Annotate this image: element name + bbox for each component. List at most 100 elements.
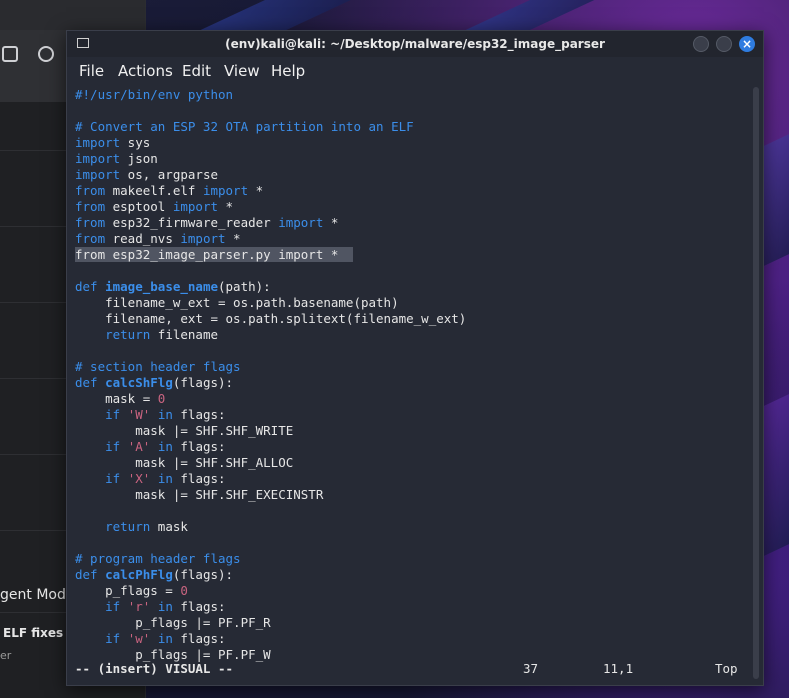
code-line[interactable]: if 'w' in flags: <box>75 631 226 647</box>
code-token: return <box>105 519 151 534</box>
code-line[interactable]: def image_base_name(path): <box>75 279 271 295</box>
code-token: in <box>157 631 173 646</box>
pocket-icon[interactable] <box>2 46 18 62</box>
code-line[interactable]: return filename <box>75 327 218 343</box>
code-line[interactable]: filename, ext = os.path.splitext(filenam… <box>75 311 466 327</box>
scrollbar[interactable] <box>753 87 759 679</box>
selection-count: 37 <box>523 661 539 676</box>
code-token: in <box>157 471 173 486</box>
code-line[interactable]: #!/usr/bin/env python <box>75 87 233 103</box>
code-line[interactable]: from esptool import * <box>75 199 233 215</box>
code-token: from <box>75 183 106 198</box>
code-token: calcShFlg <box>105 375 173 390</box>
menu-help[interactable]: Help <box>271 62 305 80</box>
code-token: mask = <box>75 391 158 406</box>
code-token: if <box>105 439 121 454</box>
code-token: 'A' <box>127 439 151 454</box>
code-line[interactable]: # program header flags <box>75 551 241 567</box>
code-line[interactable]: import sys <box>75 135 150 151</box>
code-token: flags: <box>172 439 226 454</box>
code-token: calcPhFlg <box>105 567 173 582</box>
maximize-button[interactable] <box>716 36 732 52</box>
code-line[interactable]: mask |= SHF.SHF_ALLOC <box>75 455 293 471</box>
code-token: mask <box>150 519 188 534</box>
code-token: from <box>75 199 106 214</box>
code-token: #!/usr/bin/env python <box>75 87 234 102</box>
code-line[interactable]: p_flags = 0 <box>75 583 188 599</box>
code-token: if <box>105 599 121 614</box>
code-line[interactable]: if 'A' in flags: <box>75 439 226 455</box>
code-token: def <box>75 279 98 294</box>
title-bar[interactable]: (env)kali@kali: ~/Desktop/malware/esp32_… <box>67 31 763 57</box>
code-line[interactable]: from esp32_firmware_reader import * <box>75 215 338 231</box>
code-token: # program header flags <box>75 551 241 566</box>
code-token: flags: <box>172 599 226 614</box>
menu-file[interactable]: File <box>79 62 104 80</box>
code-token: import <box>180 231 226 246</box>
code-line[interactable]: if 'W' in flags: <box>75 407 225 423</box>
terminal-window[interactable]: (env)kali@kali: ~/Desktop/malware/esp32_… <box>66 30 764 686</box>
code-token: 0 <box>157 391 166 406</box>
code-token: mask |= SHF.SHF_EXECINSTR <box>75 487 324 502</box>
code-line[interactable]: def calcShFlg(flags): <box>75 375 233 391</box>
code-token: def <box>75 375 98 390</box>
code-line[interactable]: return mask <box>75 519 188 535</box>
menu-view[interactable]: View <box>224 62 260 80</box>
code-line[interactable]: mask = 0 <box>75 391 165 407</box>
code-line[interactable]: mask |= SHF.SHF_EXECINSTR <box>75 487 323 503</box>
code-line[interactable]: # section header flags <box>75 359 241 375</box>
code-token: import <box>75 151 121 166</box>
code-token: def <box>75 567 98 582</box>
code-token: p_flags |= PF.PF_W <box>75 647 271 662</box>
code-line[interactable]: from makeelf.elf import * <box>75 183 263 199</box>
code-line[interactable]: from read_nvs import * <box>75 231 241 247</box>
menu-actions[interactable]: Actions <box>118 62 173 80</box>
code-line[interactable]: from esp32_image_parser.py import * <box>75 247 354 263</box>
code-token: import <box>75 135 121 150</box>
code-token: * <box>323 215 339 230</box>
code-line[interactable]: import json <box>75 151 158 167</box>
code-token: 'X' <box>127 471 151 486</box>
code-line[interactable]: mask |= SHF.SHF_WRITE <box>75 423 293 439</box>
code-line[interactable]: import os, argparse <box>75 167 218 183</box>
code-token: from <box>75 215 106 230</box>
code-token: from esp32_image_parser.py import * <box>75 247 354 262</box>
code-token: json <box>120 151 158 166</box>
code-token: os, argparse <box>120 167 218 182</box>
code-token: in <box>157 407 173 422</box>
code-token: flags: <box>172 631 226 646</box>
wallpaper-shard <box>764 394 789 556</box>
code-token: esp32_firmware_reader <box>105 215 279 230</box>
code-line[interactable]: p_flags |= PF.PF_R <box>75 615 271 631</box>
code-line[interactable]: def calcPhFlg(flags): <box>75 567 233 583</box>
code-line[interactable]: # Convert an ESP 32 OTA partition into a… <box>75 119 414 135</box>
account-icon[interactable] <box>38 46 54 62</box>
agent-mode-label[interactable]: gent Mode <box>0 587 74 603</box>
conversation-title[interactable]: ELF fixes <box>3 626 63 640</box>
code-token: 'r' <box>127 599 151 614</box>
code-line[interactable]: if 'r' in flags: <box>75 599 226 615</box>
vim-editor-buffer[interactable]: #!/usr/bin/env python # Convert an ESP 32… <box>75 87 747 662</box>
code-token: 'w' <box>127 631 151 646</box>
code-token: 0 <box>180 583 188 598</box>
close-button[interactable]: × <box>739 36 755 52</box>
code-line[interactable]: if 'X' in flags: <box>75 471 226 487</box>
minimize-button[interactable] <box>693 36 709 52</box>
code-token: flags: <box>172 471 226 486</box>
code-token: import <box>75 167 121 182</box>
code-token: p_flags |= PF.PF_R <box>75 615 271 630</box>
code-token: import <box>172 199 218 214</box>
menu-edit[interactable]: Edit <box>182 62 211 80</box>
code-line[interactable]: filename_w_ext = os.path.basename(path) <box>75 295 399 311</box>
